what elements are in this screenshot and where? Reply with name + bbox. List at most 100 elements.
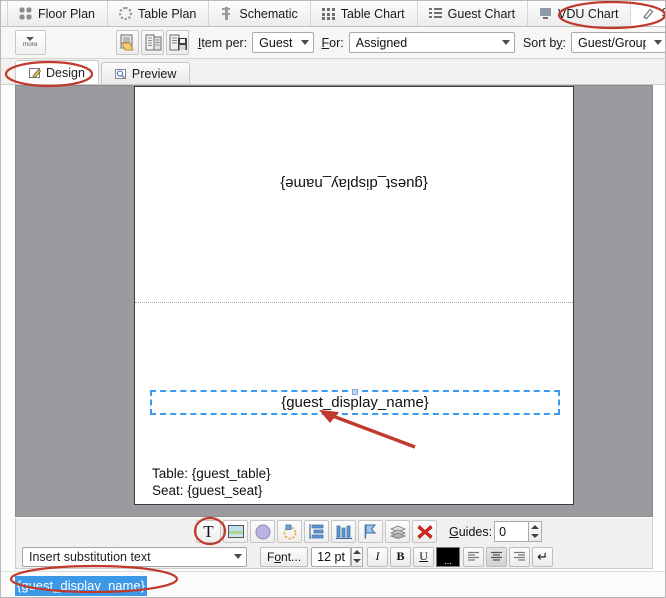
sort-by-label: Sort by: bbox=[522, 35, 567, 50]
ellipse-tool-icon bbox=[255, 524, 270, 539]
delete-icon bbox=[417, 524, 432, 539]
tab-label: Table Chart bbox=[340, 6, 405, 21]
new-stationery-icon bbox=[145, 34, 162, 51]
flag-tool-icon bbox=[364, 524, 376, 539]
text-color-button[interactable]: ... bbox=[436, 546, 461, 567]
selected-text-object[interactable]: {guest_display_name} bbox=[150, 389, 560, 415]
stationery-icon bbox=[642, 7, 655, 20]
chevron-down-icon[interactable] bbox=[353, 559, 362, 563]
align-left-button[interactable] bbox=[463, 546, 485, 567]
shape-tool-icon bbox=[283, 524, 296, 539]
wrap-text-button[interactable]: ↵ bbox=[532, 546, 554, 567]
table-line: Table: {guest_table} bbox=[152, 466, 271, 481]
item-per-value: Guest bbox=[259, 35, 293, 50]
ellipse-tool-button[interactable] bbox=[250, 520, 275, 543]
format-toolbar: Insert substitution text Font... 12 pt I… bbox=[15, 545, 653, 569]
more-label: more bbox=[22, 40, 38, 48]
options-toolbar: more Item per: Guest For: Assigned Sort … bbox=[1, 27, 665, 59]
tab-label: VDU Chart bbox=[558, 6, 619, 21]
design-preview-tabs: Design Preview bbox=[1, 59, 665, 85]
magnifier-icon bbox=[114, 68, 127, 80]
for-value: Assigned bbox=[355, 35, 408, 50]
monitor-icon bbox=[539, 7, 553, 20]
status-bar: {guest_display_name} bbox=[1, 571, 665, 597]
tab-table-plan[interactable]: Table Plan bbox=[107, 1, 210, 26]
sort-by-combo[interactable]: Guest/Group bbox=[571, 32, 665, 53]
italic-icon: I bbox=[375, 549, 380, 563]
substitution-text-value: Insert substitution text bbox=[29, 549, 151, 564]
chevron-up-icon[interactable] bbox=[353, 550, 362, 554]
italic-button[interactable]: I bbox=[367, 546, 389, 567]
tab-guest-chart[interactable]: Guest Chart bbox=[417, 1, 529, 26]
font-size-spinner[interactable] bbox=[351, 546, 364, 567]
tab-label: Schematic bbox=[239, 6, 298, 21]
seat-line: Seat: {guest_seat} bbox=[152, 483, 263, 498]
status-bar-selected-value[interactable]: {guest_display_name} bbox=[15, 575, 147, 596]
tab-stationery[interactable]: Stationery bbox=[631, 1, 665, 26]
tab-label: Design bbox=[46, 65, 85, 80]
item-per-label: Item per: bbox=[197, 35, 248, 50]
item-per-combo[interactable]: Guest bbox=[252, 32, 314, 53]
tab-vdu-chart[interactable]: VDU Chart bbox=[528, 1, 632, 26]
align-left-icon bbox=[468, 551, 480, 561]
open-stationery-icon bbox=[120, 34, 134, 51]
image-tool-icon bbox=[227, 525, 244, 538]
tab-label: Table Plan bbox=[137, 6, 197, 21]
design-canvas[interactable]: {guest_display_name} {guest_display_name… bbox=[15, 85, 653, 517]
save-stationery-button[interactable] bbox=[165, 30, 189, 55]
align-right-button[interactable] bbox=[509, 546, 531, 567]
main-tab-strip: Floor Plan Table Plan Schematic Table Ch… bbox=[1, 1, 665, 27]
guides-spin-buttons[interactable] bbox=[528, 521, 543, 542]
bold-button[interactable]: B bbox=[390, 546, 412, 567]
tab-label: Preview bbox=[131, 66, 177, 81]
selection-handle[interactable] bbox=[352, 389, 358, 395]
new-stationery-button[interactable] bbox=[140, 30, 164, 55]
stationery-designer-window: Floor Plan Table Plan Schematic Table Ch… bbox=[0, 0, 666, 598]
align-horizontal-button[interactable] bbox=[331, 520, 356, 543]
selected-text-value: {guest_display_name} bbox=[281, 394, 429, 411]
schematic-icon bbox=[220, 7, 234, 20]
tab-preview[interactable]: Preview bbox=[100, 62, 191, 84]
font-size-field[interactable]: 12 pt bbox=[311, 546, 352, 567]
layers-button[interactable] bbox=[385, 520, 410, 543]
flag-tool-button[interactable] bbox=[358, 520, 383, 543]
chevron-down-icon[interactable] bbox=[531, 534, 540, 539]
text-tool-button[interactable]: T bbox=[196, 520, 221, 543]
align-vertical-button[interactable] bbox=[304, 520, 329, 543]
seat-info-text[interactable]: Table: {guest_table} Seat: {guest_seat} bbox=[152, 465, 271, 499]
tab-floor-plan[interactable]: Floor Plan bbox=[7, 1, 108, 26]
object-toolbar: T Guides: 0 bbox=[15, 518, 653, 545]
text-tool-icon: T bbox=[203, 522, 214, 541]
tab-schematic[interactable]: Schematic bbox=[209, 1, 311, 26]
for-combo[interactable]: Assigned bbox=[348, 32, 515, 53]
image-tool-button[interactable] bbox=[223, 520, 248, 543]
card-fold-line bbox=[135, 302, 573, 303]
font-button[interactable]: Font... bbox=[260, 546, 309, 567]
for-label: For: bbox=[321, 35, 344, 50]
dotted-circle-icon bbox=[118, 7, 132, 20]
open-stationery-button[interactable] bbox=[116, 30, 139, 55]
align-vertical-icon bbox=[308, 524, 323, 539]
underline-button[interactable]: U bbox=[413, 546, 435, 567]
chevron-down-icon bbox=[300, 40, 309, 45]
delete-button[interactable] bbox=[412, 520, 437, 543]
tab-label: Stationery bbox=[661, 6, 665, 20]
guides-spinner[interactable]: 0 bbox=[494, 521, 543, 542]
bold-icon: B bbox=[396, 549, 405, 563]
sort-by-value: Guest/Group bbox=[578, 35, 647, 50]
align-center-button[interactable] bbox=[486, 546, 508, 567]
tab-table-chart[interactable]: Table Chart bbox=[310, 1, 418, 26]
save-stationery-icon bbox=[169, 34, 187, 51]
more-button[interactable]: more bbox=[15, 30, 46, 55]
chevron-down-icon bbox=[501, 40, 510, 45]
substitution-text-combo[interactable]: Insert substitution text bbox=[22, 546, 247, 567]
tab-label: Floor Plan bbox=[38, 6, 95, 21]
align-horizontal-icon bbox=[335, 525, 352, 539]
chevron-up-icon[interactable] bbox=[531, 524, 540, 529]
tab-label: Guest Chart bbox=[447, 6, 516, 21]
guides-value[interactable]: 0 bbox=[494, 521, 529, 542]
stationery-card[interactable]: {guest_display_name} {guest_display_name… bbox=[134, 86, 574, 505]
upside-down-substitution-text[interactable]: {guest_display_name} bbox=[135, 175, 573, 192]
shape-tool-button[interactable] bbox=[277, 520, 302, 543]
tab-design[interactable]: Design bbox=[15, 60, 99, 84]
